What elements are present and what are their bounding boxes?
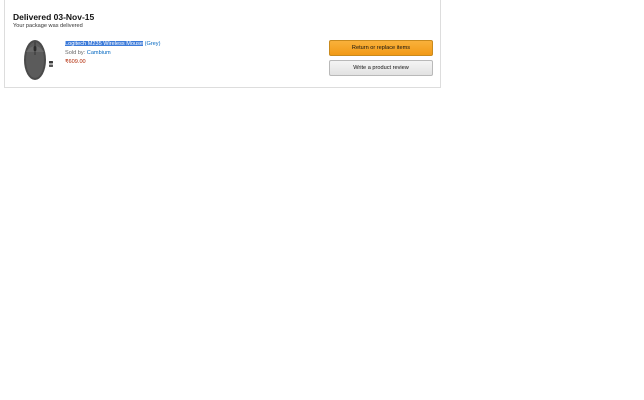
product-image[interactable]	[18, 38, 58, 82]
delivery-status-title: Delivered 03-Nov-15	[13, 12, 95, 22]
seller-line: Sold by: Cambium	[65, 49, 160, 58]
product-price: ₹609.00	[65, 59, 86, 65]
wireless-mouse-image	[24, 40, 53, 80]
delivery-status-subtitle: Your package was delivered	[13, 23, 83, 29]
write-review-button[interactable]: Write a product review	[329, 60, 433, 76]
product-variant: (Grey)	[144, 41, 161, 47]
product-title-link[interactable]: Logitech M235 Wireless Mouse	[65, 41, 144, 47]
product-title-line: Logitech M235 Wireless Mouse (Grey)	[65, 40, 160, 49]
seller-link[interactable]: Cambium	[87, 50, 111, 56]
sold-by-label: Sold by:	[65, 50, 86, 56]
return-or-replace-button[interactable]: Return or replace items	[329, 40, 433, 56]
product-info: Logitech M235 Wireless Mouse (Grey) Sold…	[65, 40, 160, 67]
